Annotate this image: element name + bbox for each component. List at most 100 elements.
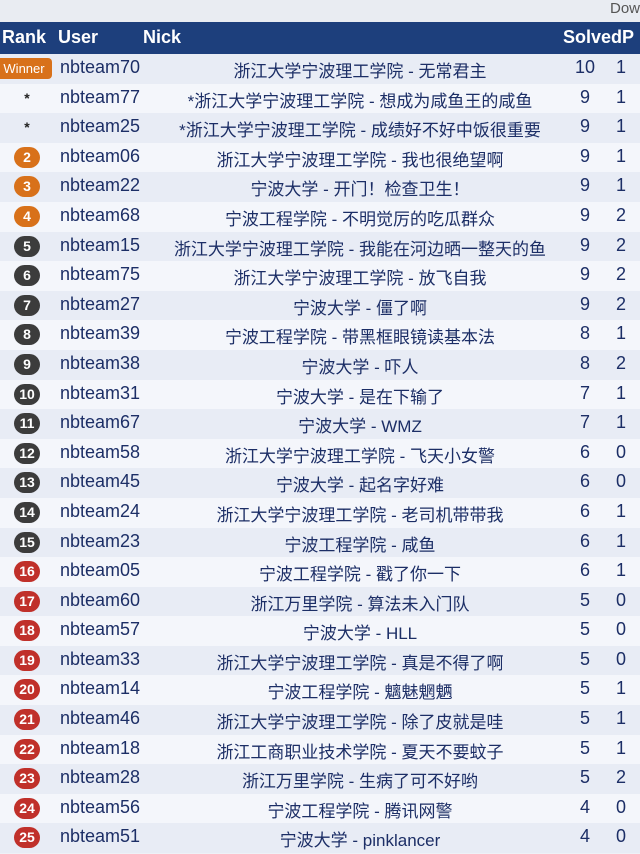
nick-cell[interactable]: 浙江大学宁波理工学院 - 真是不得了啊 <box>150 649 570 674</box>
penalty-cell: 0 <box>616 796 627 817</box>
user-cell[interactable]: nbteam22 <box>60 175 140 196</box>
nick-cell[interactable]: 宁波大学 - 僵了啊 <box>150 294 570 319</box>
user-cell[interactable]: nbteam77 <box>60 87 140 108</box>
user-cell[interactable]: nbteam23 <box>60 531 140 552</box>
winner-badge: Winner <box>0 58 52 79</box>
nick-cell[interactable]: *浙江大学宁波理工学院 - 成绩好不好中饭很重要 <box>150 116 570 141</box>
table-row[interactable]: 24 nbteam56 宁波工程学院 - 腾讯网警 4 0 <box>0 793 640 824</box>
table-row[interactable]: 12 nbteam58 浙江大学宁波理工学院 - 飞天小女警 6 0 <box>0 438 640 469</box>
solved-cell: 4 <box>579 826 590 847</box>
user-cell[interactable]: nbteam70 <box>60 57 140 78</box>
nick-cell[interactable]: 浙江大学宁波理工学院 - 我也很绝望啊 <box>150 146 570 171</box>
rank-badge: 23 <box>14 768 40 790</box>
download-link[interactable]: Dow <box>610 0 640 17</box>
table-row[interactable]: Winner nbteam70 浙江大学宁波理工学院 - 无常君主 10 1 <box>0 54 640 84</box>
table-row[interactable]: 23 nbteam28 浙江万里学院 - 生病了可不好哟 5 2 <box>0 764 640 794</box>
nick-cell[interactable]: 宁波工程学院 - 带黑框眼镜读基本法 <box>150 323 570 348</box>
user-cell[interactable]: nbteam39 <box>60 323 140 344</box>
table-row[interactable]: 25 nbteam51 宁波大学 - pinklancer 4 0 <box>0 823 640 854</box>
solved-cell: 5 <box>579 767 590 788</box>
table-row[interactable]: 10 nbteam31 宁波大学 - 是在下输了 7 1 <box>0 379 640 410</box>
table-row[interactable]: 15 nbteam23 宁波工程学院 - 咸鱼 6 1 <box>0 527 640 558</box>
nick-cell[interactable]: 宁波大学 - 吓人 <box>150 353 570 378</box>
table-row[interactable]: 6 nbteam75 浙江大学宁波理工学院 - 放飞自我 9 2 <box>0 261 640 291</box>
user-cell[interactable]: nbteam05 <box>60 560 140 581</box>
nick-cell[interactable]: 宁波工程学院 - 不明觉厉的吃瓜群众 <box>150 205 570 230</box>
nick-cell[interactable]: 浙江大学宁波理工学院 - 放飞自我 <box>150 264 570 289</box>
table-row[interactable]: 3 nbteam22 宁波大学 - 开门！检查卫生！ 9 1 <box>0 172 640 202</box>
rank-badge: 21 <box>14 709 40 731</box>
nick-cell[interactable]: 宁波工程学院 - 咸鱼 <box>150 531 570 556</box>
nick-cell[interactable]: 浙江大学宁波理工学院 - 老司机带带我 <box>150 501 570 526</box>
user-column-header[interactable]: User <box>58 27 98 48</box>
table-row[interactable]: 11 nbteam67 宁波大学 - WMZ 7 1 <box>0 409 640 439</box>
table-row[interactable]: 19 nbteam33 浙江大学宁波理工学院 - 真是不得了啊 5 0 <box>0 645 640 676</box>
rank-badge: 10 <box>14 383 40 405</box>
user-cell[interactable]: nbteam24 <box>60 501 140 522</box>
user-cell[interactable]: nbteam56 <box>60 797 140 818</box>
nick-cell[interactable]: 宁波大学 - pinklancer <box>150 826 570 851</box>
nick-cell[interactable]: 浙江万里学院 - 生病了可不好哟 <box>150 767 570 792</box>
table-row[interactable]: 14 nbteam24 浙江大学宁波理工学院 - 老司机带带我 6 1 <box>0 497 640 528</box>
nick-cell[interactable]: 浙江大学宁波理工学院 - 无常君主 <box>150 57 570 82</box>
table-row[interactable]: 13 nbteam45 宁波大学 - 起名字好难 6 0 <box>0 468 640 498</box>
table-row[interactable]: 21 nbteam46 浙江大学宁波理工学院 - 除了皮就是哇 5 1 <box>0 705 640 735</box>
table-row[interactable]: 16 nbteam05 宁波工程学院 - 戳了你一下 6 1 <box>0 557 640 587</box>
nick-cell[interactable]: 宁波大学 - 起名字好难 <box>150 471 570 496</box>
solved-cell: 9 <box>579 116 590 137</box>
user-cell[interactable]: nbteam31 <box>60 383 140 404</box>
nick-cell[interactable]: 浙江大学宁波理工学院 - 我能在河边晒一整天的鱼 <box>150 235 570 260</box>
user-cell[interactable]: nbteam68 <box>60 205 140 226</box>
nick-cell[interactable]: 宁波工程学院 - 魑魅魍魉 <box>150 678 570 703</box>
rank-column-header[interactable]: Rank <box>2 27 46 48</box>
rank-badge: * <box>24 119 30 136</box>
user-cell[interactable]: nbteam46 <box>60 708 140 729</box>
user-cell[interactable]: nbteam45 <box>60 471 140 492</box>
user-cell[interactable]: nbteam27 <box>60 294 140 315</box>
user-cell[interactable]: nbteam57 <box>60 619 140 640</box>
nick-cell[interactable]: 宁波工程学院 - 腾讯网警 <box>150 797 570 822</box>
solved-column-header[interactable]: SolvedP <box>563 27 634 48</box>
user-cell[interactable]: nbteam60 <box>60 590 140 611</box>
user-cell[interactable]: nbteam18 <box>60 738 140 759</box>
table-row[interactable]: 8 nbteam39 宁波工程学院 - 带黑框眼镜读基本法 8 1 <box>0 320 640 350</box>
user-cell[interactable]: nbteam15 <box>60 235 140 256</box>
solved-cell: 5 <box>579 708 590 729</box>
table-row[interactable]: 4 nbteam68 宁波工程学院 - 不明觉厉的吃瓜群众 9 2 <box>0 201 640 232</box>
penalty-cell: 1 <box>616 175 627 196</box>
nick-cell[interactable]: 宁波大学 - 是在下输了 <box>150 383 570 408</box>
table-row[interactable]: 5 nbteam15 浙江大学宁波理工学院 - 我能在河边晒一整天的鱼 9 2 <box>0 231 640 262</box>
nick-cell[interactable]: *浙江大学宁波理工学院 - 想成为咸鱼王的咸鱼 <box>150 87 570 112</box>
nick-cell[interactable]: 浙江大学宁波理工学院 - 除了皮就是哇 <box>150 708 570 733</box>
table-row[interactable]: 18 nbteam57 宁波大学 - HLL 5 0 <box>0 616 640 646</box>
user-cell[interactable]: nbteam75 <box>60 264 140 285</box>
table-row[interactable]: 7 nbteam27 宁波大学 - 僵了啊 9 2 <box>0 290 640 321</box>
user-cell[interactable]: nbteam67 <box>60 412 140 433</box>
nick-cell[interactable]: 浙江大学宁波理工学院 - 飞天小女警 <box>150 442 570 467</box>
nick-cell[interactable]: 宁波大学 - HLL <box>150 619 570 644</box>
user-cell[interactable]: nbteam28 <box>60 767 140 788</box>
nick-cell[interactable]: 浙江万里学院 - 算法未入门队 <box>150 590 570 615</box>
table-row[interactable]: 17 nbteam60 浙江万里学院 - 算法未入门队 5 0 <box>0 586 640 617</box>
user-cell[interactable]: nbteam51 <box>60 826 140 847</box>
table-row[interactable]: 22 nbteam18 浙江工商职业技术学院 - 夏天不要蚊子 5 1 <box>0 734 640 765</box>
user-cell[interactable]: nbteam14 <box>60 678 140 699</box>
nick-cell[interactable]: 宁波大学 - WMZ <box>150 412 570 437</box>
nick-cell[interactable]: 宁波大学 - 开门！检查卫生！ <box>150 175 570 200</box>
user-cell[interactable]: nbteam58 <box>60 442 140 463</box>
user-cell[interactable]: nbteam06 <box>60 146 140 167</box>
table-row[interactable]: * nbteam77 *浙江大学宁波理工学院 - 想成为咸鱼王的咸鱼 9 1 <box>0 83 640 114</box>
user-cell[interactable]: nbteam25 <box>60 116 140 137</box>
table-row[interactable]: 9 nbteam38 宁波大学 - 吓人 8 2 <box>0 349 640 380</box>
user-cell[interactable]: nbteam33 <box>60 649 140 670</box>
nick-cell[interactable]: 宁波工程学院 - 戳了你一下 <box>150 560 570 585</box>
penalty-cell: 2 <box>616 264 627 285</box>
user-cell[interactable]: nbteam38 <box>60 353 140 374</box>
penalty-cell: 1 <box>616 412 627 433</box>
table-row[interactable]: * nbteam25 *浙江大学宁波理工学院 - 成绩好不好中饭很重要 9 1 <box>0 113 640 143</box>
nick-cell[interactable]: 浙江工商职业技术学院 - 夏天不要蚊子 <box>150 738 570 763</box>
table-row[interactable]: 20 nbteam14 宁波工程学院 - 魑魅魍魉 5 1 <box>0 675 640 706</box>
nick-column-header[interactable]: Nick <box>143 27 181 48</box>
table-row[interactable]: 2 nbteam06 浙江大学宁波理工学院 - 我也很绝望啊 9 1 <box>0 142 640 173</box>
penalty-cell: 1 <box>616 382 627 403</box>
